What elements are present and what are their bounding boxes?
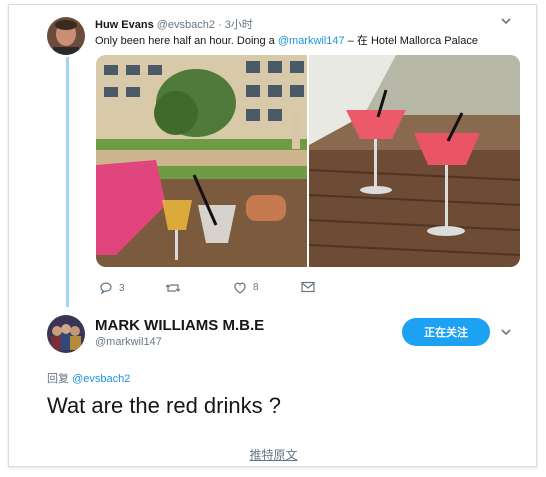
tweet-header: Huw Evans @evsbach2 · 3小时 <box>95 16 253 32</box>
photo-left[interactable] <box>96 55 308 267</box>
like-action[interactable]: 8 <box>233 281 259 294</box>
retweet-icon <box>165 284 181 292</box>
reply-icon <box>100 282 112 295</box>
chevron-down-icon[interactable] <box>499 325 513 342</box>
tweet-timestamp[interactable]: · 3小时 <box>218 19 253 31</box>
thread-connector-line <box>66 57 69 307</box>
author-handle[interactable]: @evsbach2 <box>157 19 215 31</box>
reply-author-name[interactable]: MARK WILLIAMS M.B.E <box>95 317 264 334</box>
avatar[interactable] <box>47 17 85 55</box>
following-button[interactable]: 正在关注 <box>402 318 490 346</box>
replying-to-label: 回复 <box>47 373 73 385</box>
location-link[interactable]: Hotel Mallorca Palace <box>371 35 478 47</box>
photo-right[interactable] <box>308 55 520 267</box>
tweet-card: Huw Evans @evsbach2 · 3小时 Only been here… <box>8 4 537 467</box>
tweet-text: Only been here half an hour. Doing a @ma… <box>95 32 478 48</box>
location-separator: – 在 <box>344 35 371 47</box>
like-icon <box>234 282 246 294</box>
replying-to: 回复 @evsbach2 <box>47 370 130 386</box>
tweet-media[interactable] <box>96 55 520 267</box>
tweet-text-body: Only been here half an hour. Doing a <box>95 35 278 47</box>
view-original-link[interactable]: 推特原文 <box>9 446 538 463</box>
retweet-action[interactable] <box>165 281 187 295</box>
mention-link[interactable]: @markwil147 <box>278 35 345 47</box>
like-count: 8 <box>253 282 259 293</box>
message-icon <box>301 281 315 293</box>
message-action[interactable] <box>301 281 315 293</box>
reply-tweet-text: Wat are the red drinks ? <box>47 393 281 418</box>
author-name[interactable]: Huw Evans <box>95 19 154 31</box>
replying-to-handle[interactable]: @evsbach2 <box>72 373 130 385</box>
reply-count: 3 <box>119 282 125 294</box>
avatar[interactable] <box>47 315 85 353</box>
chevron-down-icon[interactable] <box>499 14 513 31</box>
reply-author-handle[interactable]: @markwil147 <box>95 336 162 348</box>
reply-action[interactable]: 3 <box>99 281 125 295</box>
